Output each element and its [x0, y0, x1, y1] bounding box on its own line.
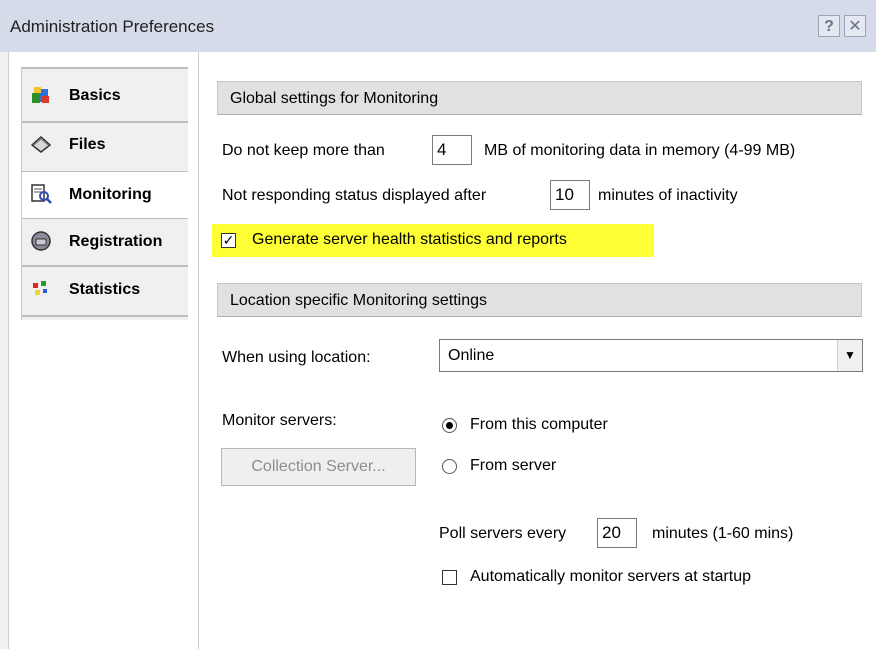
- chevron-down-icon[interactable]: ▼: [837, 340, 862, 371]
- sidebar-item-basics[interactable]: Basics: [22, 73, 188, 119]
- sidebar-item-label: Basics: [69, 87, 121, 104]
- poll-label: Poll servers every: [439, 525, 567, 542]
- keep-limit-label: Do not keep more than: [222, 142, 385, 159]
- monitor-servers-label: Monitor servers:: [222, 412, 337, 429]
- sidebar-divider: [22, 315, 188, 317]
- sidebar-item-files[interactable]: Files: [22, 122, 188, 168]
- memory-limit-input[interactable]: [432, 135, 472, 165]
- radio-label: From server: [470, 457, 557, 474]
- window-title: Administration Preferences: [10, 17, 215, 36]
- radio-from-this-computer[interactable]: [442, 418, 457, 433]
- registration-icon: [31, 231, 51, 251]
- sidebar-item-label: Files: [69, 136, 106, 153]
- sidebar-item-statistics[interactable]: Statistics: [22, 267, 188, 313]
- collection-server-button[interactable]: Collection Server...: [221, 448, 416, 486]
- poll-suffix: minutes (1-60 mins): [652, 525, 794, 542]
- panel-divider: [198, 52, 199, 649]
- files-icon: [30, 135, 52, 153]
- window-frame-left: [0, 52, 9, 649]
- section-title: Global settings for Monitoring: [230, 90, 439, 107]
- health-stats-checkbox[interactable]: ✓: [221, 233, 236, 248]
- health-stats-label: Generate server health statistics and re…: [252, 231, 567, 248]
- help-button[interactable]: ?: [818, 15, 840, 37]
- radio-label: From this computer: [470, 416, 608, 433]
- sidebar: Basics Files Monitoring Registration Sta…: [21, 67, 188, 320]
- memory-limit-suffix: MB of monitoring data in memory (4-99 MB…: [484, 142, 796, 159]
- inactivity-minutes-input[interactable]: [550, 180, 590, 210]
- sidebar-item-label: Monitoring: [69, 186, 152, 203]
- statistics-icon: [33, 281, 47, 295]
- radio-from-server[interactable]: [442, 459, 457, 474]
- basics-icon: [32, 87, 49, 103]
- location-label: When using location:: [222, 349, 371, 366]
- section-title: Location specific Monitoring settings: [230, 292, 488, 309]
- status-label: Not responding status displayed after: [222, 187, 487, 204]
- inactivity-suffix: minutes of inactivity: [598, 187, 738, 204]
- location-selected-value: Online: [448, 347, 495, 364]
- sidebar-divider: [22, 67, 188, 69]
- global-settings-header: Global settings for Monitoring: [217, 81, 862, 115]
- auto-monitor-checkbox[interactable]: [442, 570, 457, 585]
- monitoring-icon: [31, 184, 52, 204]
- sidebar-item-monitoring[interactable]: Monitoring: [22, 171, 188, 219]
- location-select[interactable]: Online ▼: [439, 339, 863, 372]
- sidebar-item-registration[interactable]: Registration: [22, 219, 188, 265]
- poll-interval-input[interactable]: [597, 518, 637, 548]
- title-bar: Administration Preferences ? ✕: [0, 0, 876, 52]
- auto-monitor-label: Automatically monitor servers at startup: [470, 568, 751, 585]
- close-button[interactable]: ✕: [844, 15, 866, 37]
- sidebar-item-label: Registration: [69, 233, 163, 250]
- sidebar-item-label: Statistics: [69, 281, 141, 298]
- location-settings-header: Location specific Monitoring settings: [217, 283, 862, 317]
